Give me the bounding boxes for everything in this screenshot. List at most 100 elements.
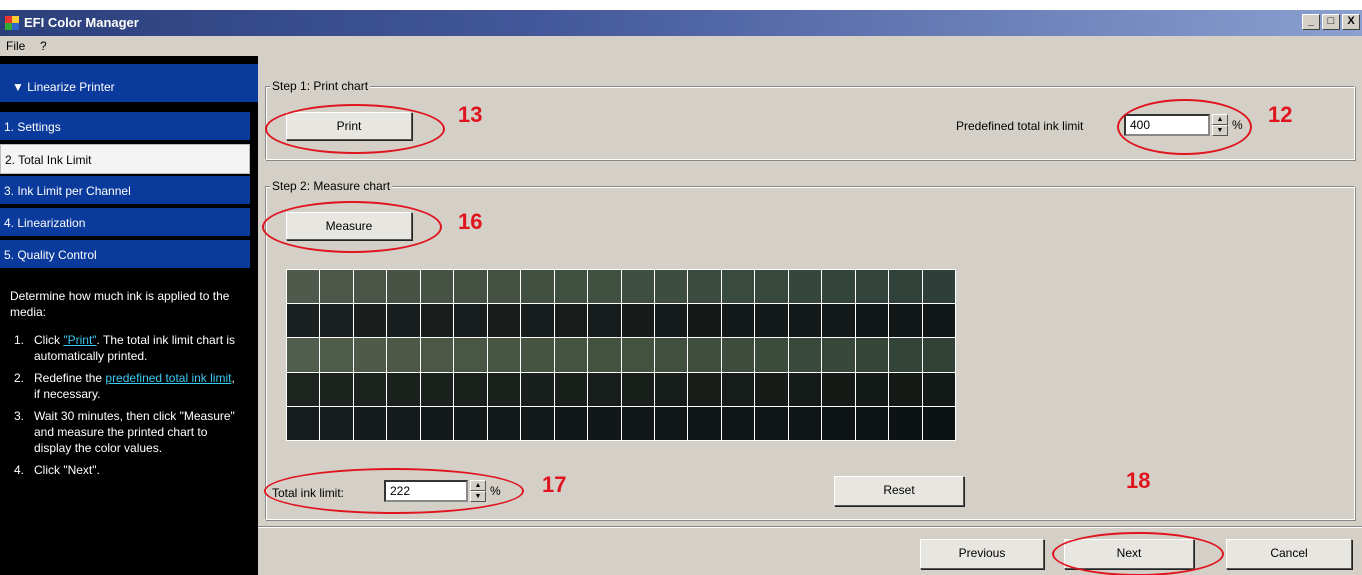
annotation-ellipse-12 [1117,99,1252,155]
color-swatch [822,372,855,406]
sidebar-header[interactable]: ▼ Linearize Printer [0,64,258,104]
sidebar-item-ink-limit-per-channel[interactable]: 3. Ink Limit per Channel [0,176,250,206]
color-swatch [588,406,621,440]
predefined-ink-limit-label: Predefined total ink limit [956,119,1084,133]
color-swatch [420,406,454,440]
color-swatch [755,406,788,440]
color-swatch [855,338,889,372]
color-swatch [889,338,922,372]
color-swatch [320,372,353,406]
color-swatch [454,304,487,338]
color-swatch [554,270,588,304]
color-swatch [287,372,320,406]
color-swatch [387,338,420,372]
color-swatch [320,338,353,372]
color-swatch [387,372,420,406]
color-swatch [654,270,688,304]
previous-button[interactable]: Previous [920,539,1044,569]
color-swatch [889,270,922,304]
color-swatch [855,304,889,338]
color-swatch [420,372,454,406]
color-swatch [521,270,554,304]
help-step: 4. Click "Next". [14,463,100,477]
menu-bar: File ? [0,36,1362,56]
color-swatch [387,406,420,440]
color-swatch [688,338,721,372]
color-swatch [588,304,621,338]
color-swatch [320,406,353,440]
annotation-ellipse-17 [264,468,524,514]
sidebar-item-settings[interactable]: 1. Settings [0,112,250,142]
color-swatch [554,406,588,440]
color-swatch [688,372,721,406]
color-swatch [688,270,721,304]
sidebar-item-quality-control[interactable]: 5. Quality Control [0,240,250,270]
step2-label: Step 2: Measure chart [270,179,393,193]
cancel-button[interactable]: Cancel [1226,539,1352,569]
annotation-ellipse-16 [262,201,442,253]
color-swatch [287,338,320,372]
color-swatch [621,372,654,406]
color-swatch [721,338,755,372]
print-help-link[interactable]: "Print" [63,333,96,347]
color-swatch [420,270,454,304]
color-swatch [889,406,922,440]
color-swatch [855,270,889,304]
color-swatch [621,406,654,440]
color-swatch [487,372,521,406]
color-swatch [721,406,755,440]
divider [258,526,1362,528]
color-swatch [420,304,454,338]
app-icon [5,16,19,30]
help-step: 1. Click "Print". The total ink limit cha… [14,333,236,363]
color-swatch [788,270,822,304]
close-button[interactable]: X [1342,14,1360,30]
color-swatch [521,372,554,406]
color-swatch [755,338,788,372]
color-swatch [822,406,855,440]
color-swatch [454,406,487,440]
color-swatch [554,338,588,372]
menu-file[interactable]: File [6,39,25,53]
reset-button[interactable]: Reset [834,476,964,506]
color-swatch [721,304,755,338]
help-step: 3. Wait 30 minutes, then click "Measure" … [14,409,235,455]
color-swatch [721,270,755,304]
color-swatch [822,338,855,372]
color-swatch [287,406,320,440]
color-swatch [755,372,788,406]
annotation-number-12: 12 [1268,102,1293,127]
maximize-button[interactable]: □ [1322,14,1340,30]
color-swatch [654,406,688,440]
color-swatch [521,406,554,440]
color-swatch [755,304,788,338]
help-step: 2. Redefine the predefined total ink limi… [14,371,235,401]
minimize-button[interactable]: _ [1302,14,1320,30]
color-swatch [454,372,487,406]
annotation-ellipse-18 [1052,532,1224,575]
color-swatch [621,338,654,372]
annotation-number-16: 16 [458,209,483,234]
color-swatch [454,270,487,304]
menu-help[interactable]: ? [40,39,47,53]
sidebar-item-linearization[interactable]: 4. Linearization [0,208,250,238]
color-swatch [487,406,521,440]
help-intro: Determine how much ink is applied to the… [10,289,230,319]
color-swatch [353,372,387,406]
color-swatch [688,304,721,338]
annotation-number-18: 18 [1126,468,1151,493]
color-swatch [554,372,588,406]
triangle-down-icon: ▼ [12,80,24,94]
color-swatch [621,304,654,338]
color-swatch [889,304,922,338]
color-swatch [889,372,922,406]
sidebar-item-total-ink-limit[interactable]: 2. Total Ink Limit [0,144,250,174]
color-swatch [755,270,788,304]
color-swatch [487,304,521,338]
annotation-number-17: 17 [542,472,567,497]
color-swatch [353,406,387,440]
color-swatch [922,372,955,406]
ink-limit-help-link[interactable]: predefined total ink limit [105,371,231,385]
color-swatch [353,338,387,372]
step1-label: Step 1: Print chart [270,79,371,93]
